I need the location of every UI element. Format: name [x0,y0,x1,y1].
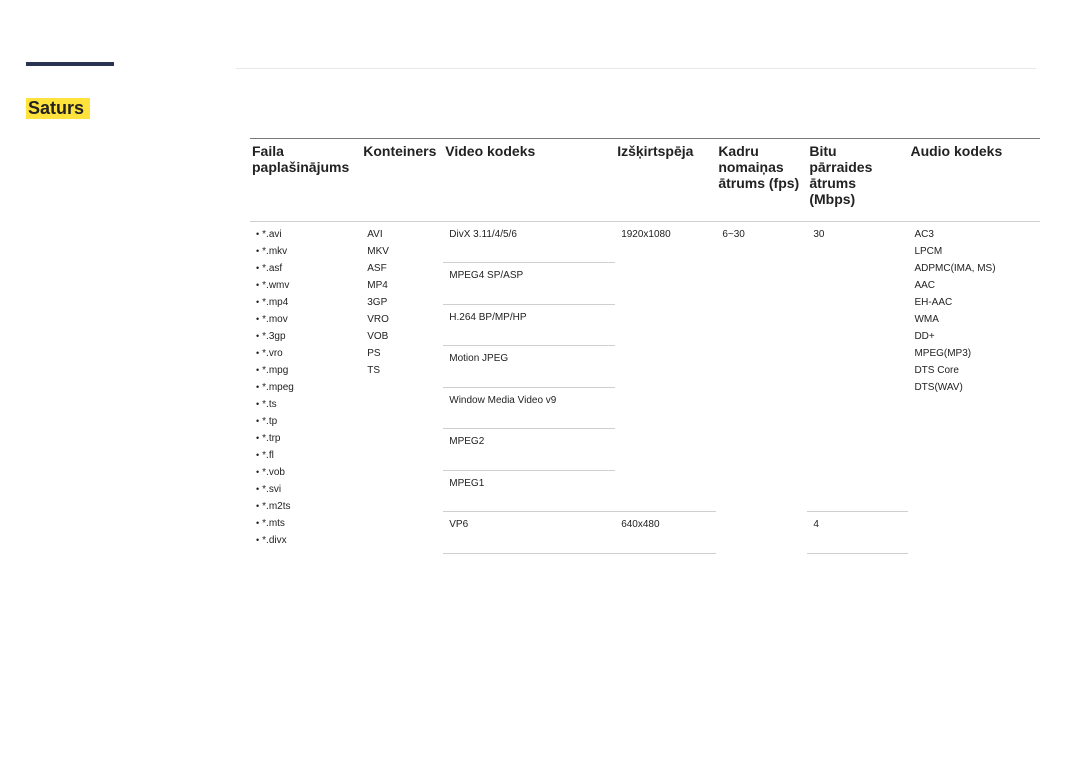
table-row: *.avi *.mkv *.asf *.wmv *.mp4 *.mov *.3g… [250,222,1040,263]
list-item: 3GP [367,294,437,311]
cell-bitrate: 30 [807,222,908,512]
list-item: TS [367,362,437,379]
table-header-row: Faila paplašinājums Konteiners Video kod… [250,139,1040,222]
cell-codec: DivX 3.11/4/5/6 [443,222,615,263]
codec-table-wrap: Faila paplašinājums Konteiners Video kod… [250,138,1040,554]
list-item: *.vob [256,464,355,481]
list-item: *.mkv [256,243,355,260]
list-item: ADPMC(IMA, MS) [914,260,1034,277]
list-item: *.divx [256,532,355,549]
th-container: Konteiners [361,139,443,222]
horizontal-rule [236,68,1036,69]
th-ext: Faila paplašinājums [250,139,361,222]
cell-codec: H.264 BP/MP/HP [443,304,615,345]
cell-codec: Window Media Video v9 [443,387,615,428]
list-item: AC3 [914,226,1034,243]
list-item: AVI [367,226,437,243]
list-item: DTS(WAV) [914,379,1034,396]
list-item: *.mp4 [256,294,355,311]
cell-codec: VP6 [443,512,615,553]
cell-bitrate: 4 [807,512,908,553]
codec-table: Faila paplašinājums Konteiners Video kod… [250,138,1040,554]
list-item: *.wmv [256,277,355,294]
list-item: *.mts [256,515,355,532]
list-item: DD+ [914,328,1034,345]
cell-codec: MPEG4 SP/ASP [443,263,615,304]
th-fps: Kadru nomaiņas ātrums (fps) [716,139,807,222]
list-item: *.mpeg [256,379,355,396]
list-item: WMA [914,311,1034,328]
cell-containers: AVI MKV ASF MP4 3GP VRO VOB PS TS [361,222,443,554]
list-item: DTS Core [914,362,1034,379]
cell-resolution: 1920x1080 [615,222,716,512]
list-item: VOB [367,328,437,345]
list-item: MP4 [367,277,437,294]
list-item: *.tp [256,413,355,430]
decor-bar [26,62,114,66]
section-title: Saturs [26,98,90,119]
cell-codec: MPEG2 [443,429,615,470]
list-item: *.mov [256,311,355,328]
th-codec: Video kodeks [443,139,615,222]
list-item: *.trp [256,430,355,447]
cell-audio: AC3 LPCM ADPMC(IMA, MS) AAC EH-AAC WMA D… [908,222,1040,554]
list-item: *.m2ts [256,498,355,515]
list-item: *.ts [256,396,355,413]
list-item: *.asf [256,260,355,277]
list-item: AAC [914,277,1034,294]
list-item: EH-AAC [914,294,1034,311]
th-resolution: Izšķirtspēja [615,139,716,222]
list-item: VRO [367,311,437,328]
list-item: *.vro [256,345,355,362]
list-item: *.3gp [256,328,355,345]
th-audio: Audio kodeks [908,139,1040,222]
list-item: *.svi [256,481,355,498]
th-bitrate: Bitu pārraides ātrums (Mbps) [807,139,908,222]
cell-extensions: *.avi *.mkv *.asf *.wmv *.mp4 *.mov *.3g… [250,222,361,554]
list-item: MPEG(MP3) [914,345,1034,362]
cell-fps: 6~30 [716,222,807,554]
cell-codec: Motion JPEG [443,346,615,387]
list-item: ASF [367,260,437,277]
list-item: PS [367,345,437,362]
list-item: *.mpg [256,362,355,379]
cell-resolution: 640x480 [615,512,716,553]
list-item: MKV [367,243,437,260]
list-item: *.avi [256,226,355,243]
list-item: *.fl [256,447,355,464]
cell-codec: MPEG1 [443,470,615,511]
list-item: LPCM [914,243,1034,260]
